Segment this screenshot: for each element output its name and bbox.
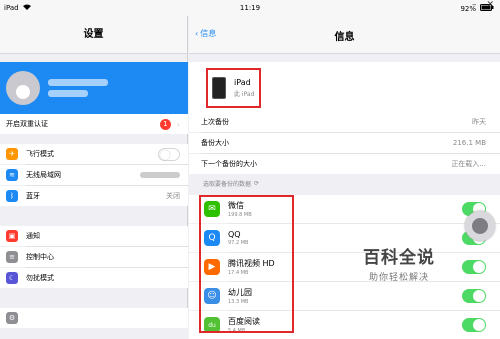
two-factor-row[interactable]: 开启双重认证 1 ›: [0, 114, 188, 134]
close-button[interactable]: ✕: [486, 0, 494, 10]
last-backup-row: 上次备份 昨天: [189, 112, 500, 132]
watermark-subtitle: 助你轻松解决: [368, 273, 429, 283]
notification-badge: 1: [159, 118, 171, 130]
row-label: 下一个备份的大小: [201, 160, 257, 168]
ipad-icon: [212, 77, 226, 99]
avatar: [6, 71, 40, 105]
watermark: 百科全说 助你轻松解决: [363, 243, 435, 283]
sidebar-item-control-center[interactable]: ≡ 控制中心: [0, 247, 188, 267]
device-highlight: iPad 此 iPad: [206, 68, 261, 108]
info-pane: ‹ 信息 信息 iPad 此 iPad 上次备份 昨天 备份大小 216.1 M…: [189, 16, 500, 339]
profile-name-blurred: [48, 75, 108, 101]
notification-icon: ▣: [6, 230, 18, 242]
backup-size-row: 备份大小 216.1 MB: [189, 133, 500, 153]
section-label: 选取要备份的数据: [203, 181, 252, 188]
row-value: 昨天: [472, 118, 486, 126]
settings-sidebar: 设置 开启双重认证 1 › ✈ 飞行模式 ≋ 无线局域网 ᛒ 蓝牙 关闭 ▣ 通…: [0, 16, 188, 328]
chevron-right-icon: ›: [176, 119, 180, 129]
sidebar-item-label: 通知: [26, 232, 40, 240]
bluetooth-icon: ᛒ: [6, 190, 18, 202]
airplane-icon: ✈: [6, 148, 18, 160]
page-title: 信息: [334, 32, 355, 43]
sidebar-item-airplane[interactable]: ✈ 飞行模式: [0, 144, 188, 164]
minimize-button[interactable]: –: [472, 0, 477, 10]
window-controls: – ✕: [472, 0, 494, 10]
loading-spinner-icon: ⟳: [254, 180, 260, 187]
moon-icon: ☾: [6, 272, 18, 284]
watermark-title: 百科全说: [363, 248, 435, 268]
sidebar-item-label: 勿扰模式: [26, 274, 54, 282]
sidebar-item-partial[interactable]: ⚙: [0, 308, 188, 328]
device-subtitle: 此 iPad: [234, 91, 255, 98]
wifi-name-blurred: [140, 172, 180, 178]
row-label: 备份大小: [201, 139, 229, 147]
kindergarten-toggle[interactable]: [462, 289, 486, 303]
row-value: 正在载入...: [451, 160, 486, 168]
two-factor-label: 开启双重认证: [6, 120, 48, 128]
device-name: iPad: [234, 78, 251, 87]
airplane-toggle[interactable]: [158, 147, 180, 161]
bluetooth-value: 关闭: [166, 192, 180, 200]
wifi-icon: ≋: [6, 169, 18, 181]
settings-title: 设置: [0, 16, 187, 54]
nav-bar: ‹ 信息 信息: [189, 16, 500, 54]
assistive-touch-button[interactable]: [465, 211, 495, 241]
row-value: 216.1 MB: [452, 139, 486, 147]
sidebar-item-label: 蓝牙: [26, 192, 40, 200]
sidebar-item-wifi[interactable]: ≋ 无线局域网: [0, 165, 188, 185]
sidebar-item-dnd[interactable]: ☾ 勿扰模式: [0, 268, 188, 288]
apple-id-profile[interactable]: [0, 62, 188, 114]
section-header: 选取要备份的数据 ⟳: [203, 179, 259, 188]
apps-highlight: [199, 195, 294, 333]
clock: 11:19: [239, 4, 261, 12]
next-backup-size-row: 下一个备份的大小 正在载入...: [189, 154, 500, 174]
sidebar-item-label: 控制中心: [26, 253, 54, 261]
status-bar: iPad 11:19 92%: [0, 0, 500, 16]
sidebar-item-notifications[interactable]: ▣ 通知: [0, 226, 188, 246]
baidu-read-toggle[interactable]: [462, 318, 486, 332]
sidebar-item-bluetooth[interactable]: ᛒ 蓝牙 关闭: [0, 186, 188, 206]
sidebar-item-label: 飞行模式: [26, 150, 54, 158]
sidebar-item-label: 无线局域网: [26, 171, 61, 179]
row-label: 上次备份: [201, 118, 229, 126]
control-center-icon: ≡: [6, 251, 18, 263]
settings-icon: ⚙: [6, 312, 18, 324]
tencent-video-toggle[interactable]: [462, 260, 486, 274]
